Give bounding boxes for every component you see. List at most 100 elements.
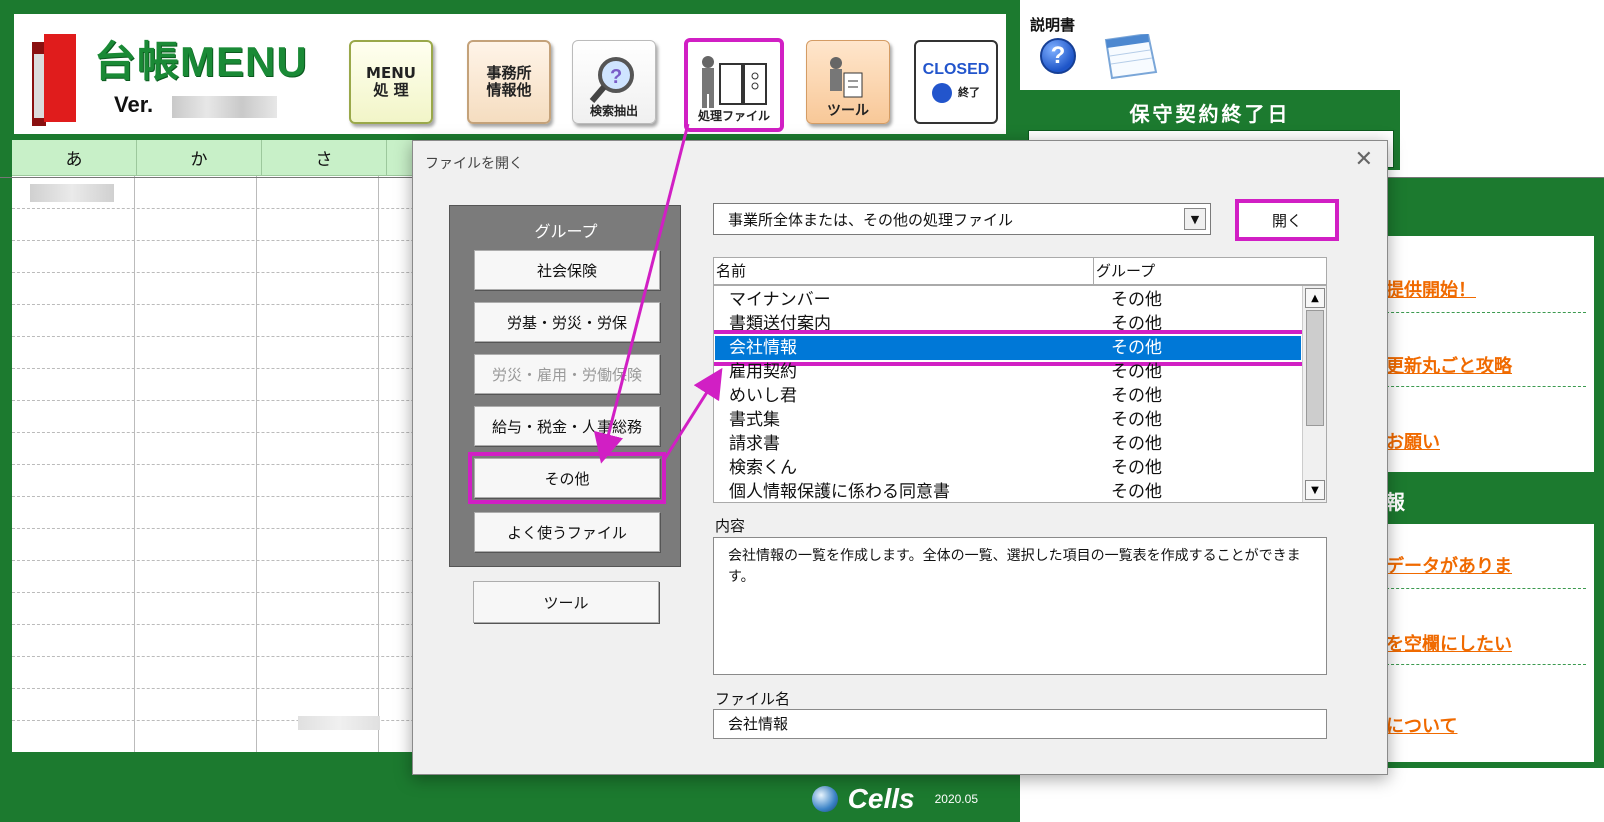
version-number-redacted	[172, 96, 277, 118]
process-file-label: 処理ファイル	[697, 109, 770, 124]
calendar-icon[interactable]	[1100, 34, 1158, 80]
list-item[interactable]: 個人情報保護に係わる同意書 その他	[715, 480, 1301, 502]
file-group: その他	[1111, 338, 1162, 358]
svg-text:?: ?	[610, 66, 622, 88]
list-item[interactable]: めいし君 その他	[715, 384, 1301, 408]
file-group: その他	[1111, 410, 1162, 430]
grid-header-a[interactable]: あ	[12, 140, 137, 175]
file-name: 雇用契約	[729, 362, 797, 382]
list-item[interactable]: 請求書 その他	[715, 432, 1301, 456]
news-link[interactable]: お願い	[1386, 428, 1440, 454]
group-button-labor[interactable]: 労基・労災・労保	[474, 302, 660, 342]
news-separator	[1386, 664, 1586, 665]
tool-button[interactable]: ツール	[806, 40, 890, 124]
file-group: その他	[1111, 362, 1162, 382]
scroll-thumb[interactable]	[1306, 310, 1324, 426]
group-button-other[interactable]: その他	[468, 452, 666, 504]
redacted-cell	[298, 716, 380, 730]
news-separator	[1386, 312, 1586, 313]
group-label: グループ	[534, 222, 598, 241]
app-logo-title: 台帳MENU	[94, 38, 308, 85]
file-name: 書類送付案内	[729, 314, 831, 334]
news-link[interactable]: 更新丸ごと攻略	[1386, 352, 1512, 378]
tool-icon	[830, 56, 863, 98]
category-select-value: 事業所全体または、その他の処理ファイル	[728, 210, 1014, 229]
closed-header: CLOSED	[922, 61, 990, 78]
menu-process-button[interactable]: MENU 処 理	[349, 40, 433, 124]
news-separator	[1386, 588, 1586, 589]
file-group: その他	[1111, 482, 1162, 502]
grid-header-ka[interactable]: か	[137, 140, 262, 175]
list-item[interactable]: 検索くん その他	[715, 456, 1301, 480]
manual-label: 説明書	[1030, 16, 1076, 34]
news-header-2-text: 報	[1385, 490, 1405, 514]
magnifier-icon: ?	[589, 57, 634, 104]
filename-label: ファイル名	[715, 690, 791, 708]
exit-label: 終了	[958, 85, 980, 99]
version-label: Ver.	[114, 92, 154, 117]
content-description: 会社情報の一覧を作成します。全体の一覧、選択した項目の一覧表を作成することができ…	[713, 537, 1327, 675]
file-name: めいし君	[729, 386, 797, 406]
scroll-down-icon[interactable]: ▼	[1305, 480, 1325, 500]
grid-header-sa[interactable]: さ	[262, 140, 387, 175]
globe-icon	[811, 786, 838, 812]
file-group: その他	[1111, 386, 1162, 406]
close-icon[interactable]: ✕	[1355, 147, 1373, 172]
exit-icon	[932, 83, 952, 103]
toolbar: 台帳MENU Ver. MENU 処 理 事務所 情報他 ? 検索抽出 処理ファ…	[12, 12, 1008, 136]
file-list-header: 名前 グループ	[713, 257, 1327, 285]
filename-field[interactable]: 会社情報	[713, 709, 1327, 739]
list-item-selected[interactable]: 会社情報 その他	[714, 330, 1307, 366]
search-extract-button[interactable]: ? 検索抽出	[572, 40, 656, 124]
file-group: その他	[1111, 290, 1162, 310]
group-button-employment[interactable]: 労災・雇用・労働保険	[474, 354, 660, 394]
file-name: マイナンバー	[729, 290, 831, 310]
file-icon	[702, 56, 767, 109]
dialog-tool-button[interactable]: ツール	[473, 581, 659, 623]
open-button[interactable]: 開く	[1235, 199, 1339, 241]
list-scrollbar[interactable]: ▲ ▼	[1302, 286, 1326, 502]
group-button-favorites[interactable]: よく使うファイル	[474, 512, 660, 552]
tool-label: ツール	[827, 102, 869, 119]
footer-version: 2020.05	[934, 792, 978, 806]
closed-exit-button[interactable]: CLOSED 終了	[914, 40, 998, 124]
footer-bar: Cells 2020.05	[12, 776, 1008, 822]
file-group: その他	[1111, 314, 1162, 334]
list-item[interactable]: マイナンバー その他	[715, 288, 1301, 312]
maintenance-title: 保守契約終了日	[1129, 102, 1291, 126]
open-file-dialog: ファイルを開く ✕ グループ 社会保険 労基・労災・労保 労災・雇用・労働保険 …	[412, 140, 1388, 775]
news-separator	[1386, 386, 1586, 387]
news-link[interactable]: を空欄にしたい	[1386, 630, 1512, 656]
file-name: 会社情報	[729, 338, 797, 358]
chevron-down-icon[interactable]: ▼	[1184, 208, 1206, 230]
news-link[interactable]: 提供開始！	[1386, 276, 1476, 302]
process-file-button[interactable]: 処理ファイル	[684, 38, 784, 132]
file-list[interactable]: マイナンバー その他 書類送付案内 その他 会社情報 その他 雇用契約 その他 めいし君…	[713, 285, 1327, 503]
file-name: 検索くん	[729, 458, 797, 478]
book-logo-icon	[32, 34, 76, 126]
office-info-label: 事務所 情報他	[486, 63, 532, 99]
category-select[interactable]: 事業所全体または、その他の処理ファイル ▼	[713, 203, 1211, 235]
file-name: 個人情報保護に係わる同意書	[729, 482, 950, 502]
content-label: 内容	[715, 517, 746, 535]
file-name: 書式集	[729, 410, 780, 430]
group-button-payroll[interactable]: 給与・税金・人事総務	[474, 406, 660, 446]
file-group: その他	[1111, 434, 1162, 454]
list-item[interactable]: 書類送付案内 その他	[715, 312, 1301, 336]
search-extract-label: 検索抽出	[589, 104, 638, 119]
column-header-name[interactable]: 名前	[714, 258, 1094, 284]
office-info-button[interactable]: 事務所 情報他	[467, 40, 551, 124]
group-button-social-insurance[interactable]: 社会保険	[474, 250, 660, 290]
help-icon[interactable]: ?	[1040, 38, 1076, 74]
news-link[interactable]: データがありま	[1386, 552, 1512, 578]
list-item[interactable]: 書式集 その他	[715, 408, 1301, 432]
menu-process-label: MENU 処 理	[366, 63, 416, 99]
group-panel: グループ 社会保険 労基・労災・労保 労災・雇用・労働保険 給与・税金・人事総務…	[449, 205, 681, 567]
file-name: 請求書	[729, 434, 780, 454]
footer-brand: Cells	[847, 783, 915, 814]
scroll-up-icon[interactable]: ▲	[1305, 288, 1325, 308]
news-link[interactable]: について	[1386, 712, 1457, 738]
column-header-group[interactable]: グループ	[1094, 258, 1155, 284]
dialog-title: ファイルを開く	[425, 156, 523, 172]
list-item[interactable]: 雇用契約 その他	[715, 360, 1301, 384]
